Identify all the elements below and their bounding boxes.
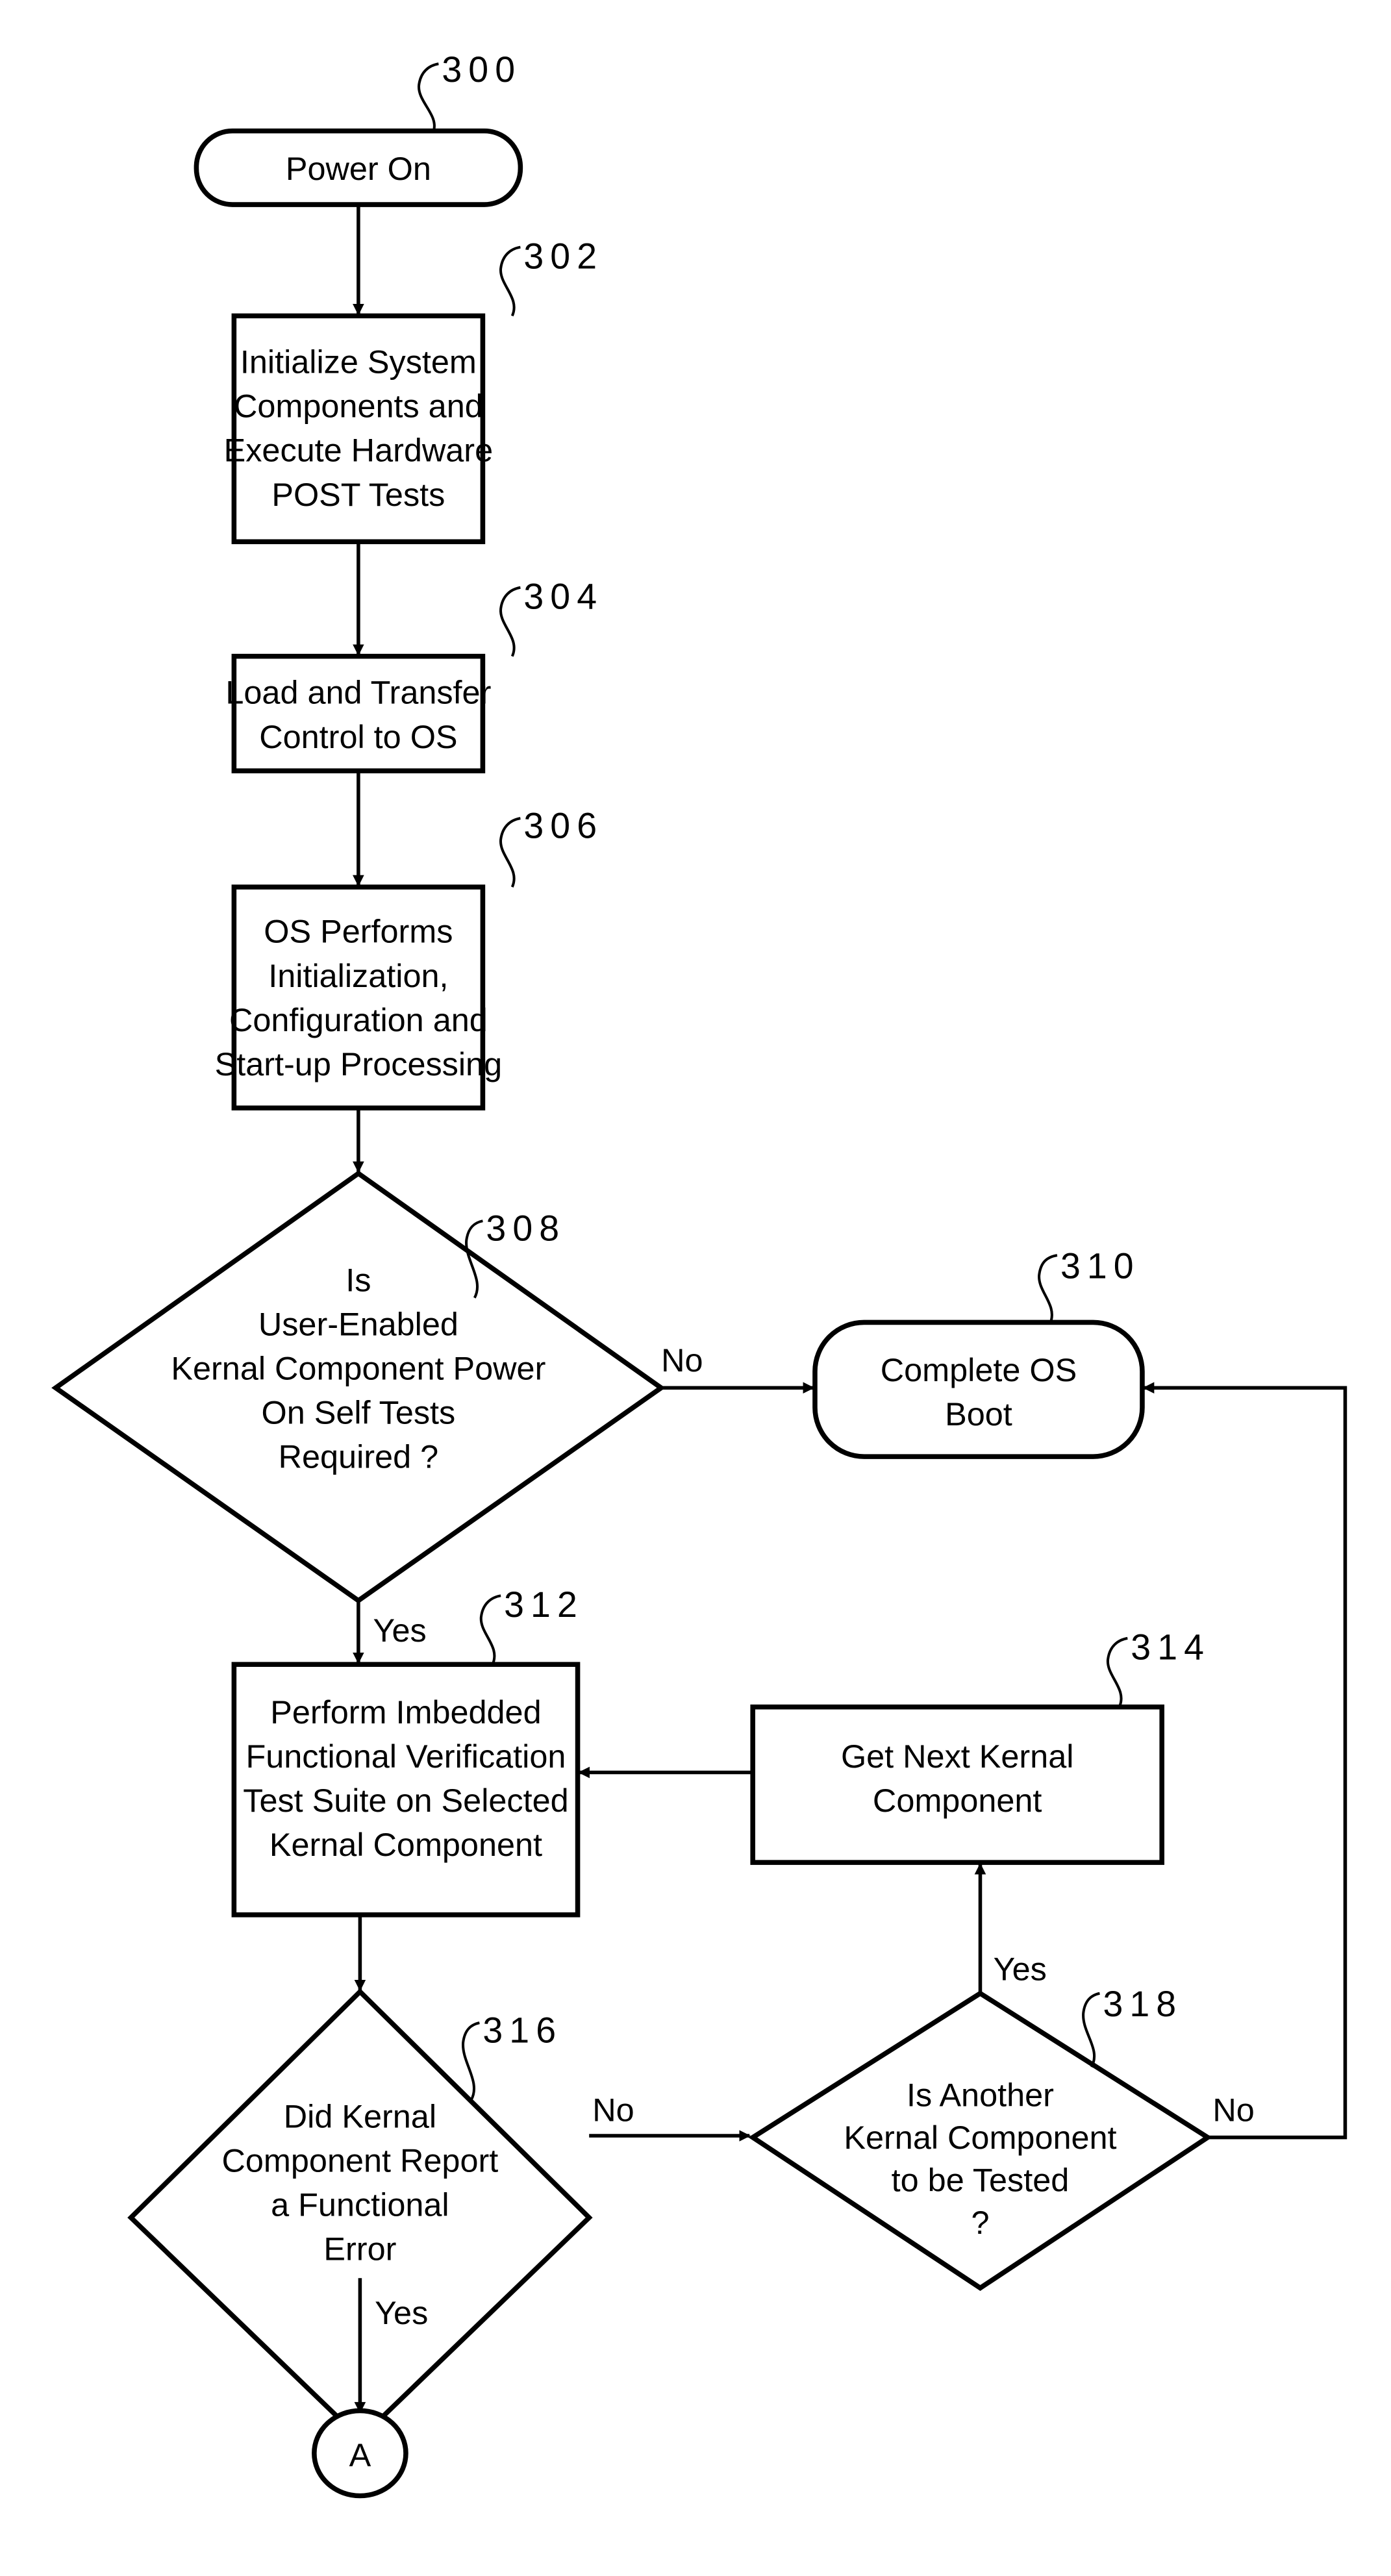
ref-312: 312 bbox=[504, 1584, 584, 1625]
node-300-power-on: Power On 300 bbox=[194, 49, 523, 207]
ref-304: 304 bbox=[523, 577, 603, 617]
node-318-line: to be Tested bbox=[892, 2162, 1070, 2199]
edge-label-yes: Yes bbox=[375, 2294, 428, 2331]
node-300-text: Power On bbox=[286, 150, 431, 187]
node-306-line: Initialization, bbox=[268, 957, 448, 994]
edge-label-yes: Yes bbox=[373, 1612, 427, 1649]
edge-label-yes: Yes bbox=[994, 1951, 1047, 1988]
node-302-line: Execute Hardware bbox=[224, 432, 494, 469]
node-310-complete-boot: Complete OS Boot 310 bbox=[812, 1245, 1145, 1459]
node-316-line: Did Kernal bbox=[284, 2097, 436, 2134]
node-318-line: Is Another bbox=[907, 2077, 1054, 2114]
ref-310: 310 bbox=[1060, 1245, 1140, 1286]
flowchart: Power On 300 Initialize System Component… bbox=[51, 49, 1347, 2499]
ref-316: 316 bbox=[482, 2010, 562, 2050]
node-318-line: Kernal Component bbox=[844, 2119, 1116, 2156]
node-314-line: Component bbox=[873, 1782, 1042, 1819]
ref-318: 318 bbox=[1103, 1984, 1183, 2024]
node-308-line: Required ? bbox=[279, 1438, 438, 1475]
node-302-line: Components and bbox=[234, 388, 483, 425]
node-302-line: Initialize System bbox=[240, 344, 477, 381]
node-304-line: Control to OS bbox=[259, 718, 457, 755]
node-308-line: Kernal Component Power bbox=[171, 1350, 545, 1387]
node-302-line: POST Tests bbox=[271, 476, 445, 513]
node-314-get-next: Get Next Kernal Component 314 bbox=[750, 1627, 1210, 1865]
node-318-line: ? bbox=[971, 2204, 989, 2241]
node-316-line: Component Report bbox=[222, 2142, 499, 2179]
edge-label-no: No bbox=[592, 2091, 634, 2128]
ref-300: 300 bbox=[442, 49, 521, 90]
ref-302: 302 bbox=[523, 236, 603, 276]
connector-a-label: A bbox=[349, 2436, 371, 2473]
node-312-line: Functional Verification bbox=[245, 1738, 566, 1775]
edge-318-310 bbox=[1142, 1382, 1347, 2140]
ref-306: 306 bbox=[523, 805, 603, 845]
edge-label-no: No bbox=[1212, 2091, 1254, 2128]
edge-label-no: No bbox=[661, 1342, 703, 1379]
node-308-line: User-Enabled bbox=[258, 1306, 458, 1343]
node-304-load-os: Load and Transfer Control to OS 304 bbox=[225, 577, 603, 773]
node-306-line: Start-up Processing bbox=[215, 1045, 503, 1082]
ref-308: 308 bbox=[486, 1208, 566, 1248]
node-308-line: Is bbox=[345, 1262, 371, 1299]
node-316-line: a Functional bbox=[271, 2186, 449, 2223]
node-302-initialize: Initialize System Components and Execute… bbox=[224, 236, 603, 545]
node-304-line: Load and Transfer bbox=[225, 674, 491, 711]
node-316-line: Error bbox=[323, 2231, 396, 2268]
node-312-line: Perform Imbedded bbox=[270, 1694, 541, 1731]
ref-314: 314 bbox=[1131, 1627, 1210, 1668]
node-312-line: Kernal Component bbox=[269, 1826, 542, 1863]
node-310-line: Complete OS bbox=[881, 1351, 1077, 1388]
node-308-decision: Is User-Enabled Kernal Component Power O… bbox=[51, 1170, 666, 1604]
node-306-line: OS Performs bbox=[264, 913, 453, 950]
node-312-line: Test Suite on Selected bbox=[243, 1782, 568, 1819]
node-310-line: Boot bbox=[945, 1395, 1012, 1432]
node-318-decision: Is Another Kernal Component to be Tested… bbox=[748, 1984, 1212, 2291]
node-308-line: On Self Tests bbox=[262, 1394, 456, 1431]
node-306-os-init: OS Performs Initialization, Configuratio… bbox=[215, 805, 603, 1111]
connector-a: A bbox=[312, 2408, 408, 2499]
node-314-line: Get Next Kernal bbox=[841, 1738, 1073, 1775]
node-306-line: Configuration and bbox=[229, 1001, 488, 1038]
